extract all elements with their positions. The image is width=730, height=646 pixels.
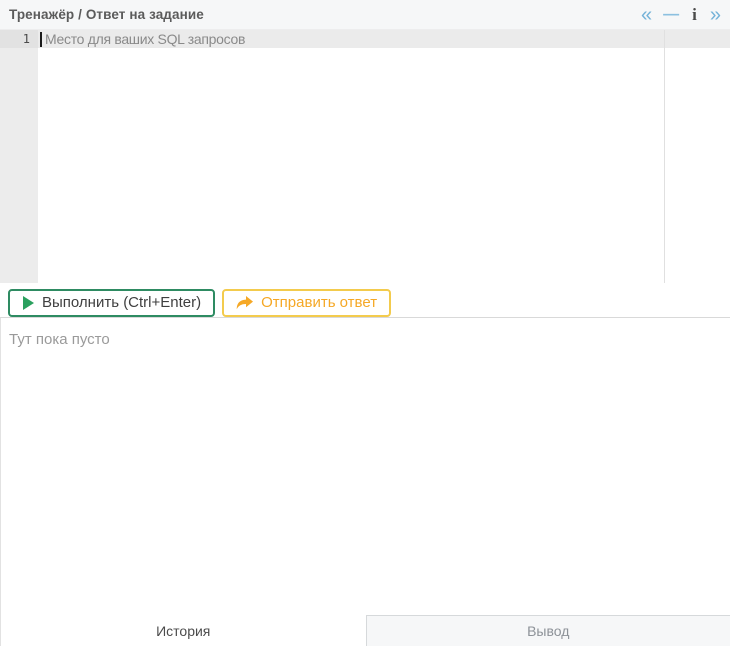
bottom-tab-bar: История Вывод bbox=[0, 615, 730, 646]
header-icon-group: « — i » bbox=[641, 5, 721, 25]
sql-code-editor[interactable]: 1 Место для ваших SQL запросов bbox=[0, 30, 730, 288]
submit-button-label: Отправить ответ bbox=[261, 294, 378, 311]
editor-placeholder: Место для ваших SQL запросов bbox=[45, 31, 246, 47]
info-icon[interactable]: i bbox=[690, 5, 699, 24]
editor-input-line[interactable]: Место для ваших SQL запросов bbox=[40, 30, 245, 48]
tab-history[interactable]: История bbox=[1, 615, 366, 646]
minimize-icon[interactable]: — bbox=[663, 6, 679, 24]
editor-gutter: 1 bbox=[0, 30, 38, 283]
run-button[interactable]: Выполнить (Ctrl+Enter) bbox=[8, 288, 216, 317]
print-margin-ruler bbox=[664, 30, 665, 283]
line-number: 1 bbox=[0, 30, 38, 48]
editor-scroller[interactable]: 1 Место для ваших SQL запросов bbox=[0, 30, 730, 283]
results-empty-text: Тут пока пусто bbox=[9, 331, 110, 348]
submit-answer-button[interactable]: Отправить ответ bbox=[222, 288, 392, 317]
forward-arrow-icon bbox=[236, 295, 254, 310]
results-panel: Тут пока пусто bbox=[0, 318, 730, 615]
play-icon bbox=[22, 295, 34, 310]
header-bar: Тренажёр / Ответ на задание « — i » bbox=[0, 0, 730, 30]
tab-output[interactable]: Вывод bbox=[365, 615, 730, 646]
collapse-left-icon[interactable]: « bbox=[641, 5, 652, 25]
action-toolbar: Выполнить (Ctrl+Enter) Отправить ответ bbox=[0, 288, 730, 318]
page-title: Тренажёр / Ответ на задание bbox=[9, 7, 204, 22]
run-button-label: Выполнить (Ctrl+Enter) bbox=[42, 294, 202, 311]
text-cursor bbox=[40, 31, 42, 47]
tab-output-label: Вывод bbox=[527, 623, 570, 639]
sql-trainer-panel: Тренажёр / Ответ на задание « — i » 1 Ме… bbox=[0, 0, 730, 646]
expand-right-icon[interactable]: » bbox=[710, 5, 721, 25]
tab-history-label: История bbox=[156, 622, 211, 639]
